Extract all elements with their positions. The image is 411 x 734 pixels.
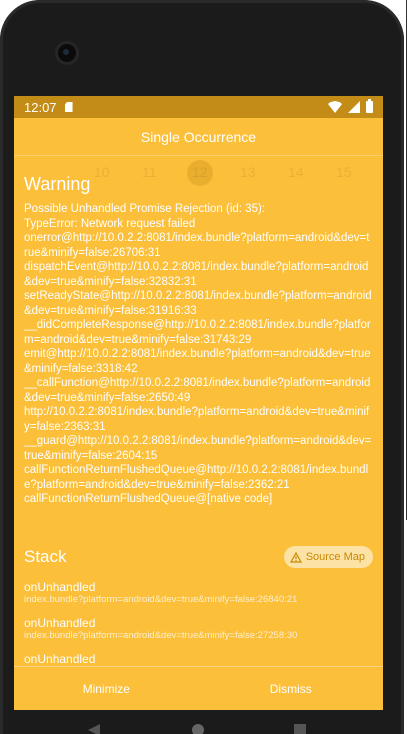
dismiss-button[interactable]: Dismiss (199, 667, 384, 710)
status-icons (328, 99, 373, 113)
dismiss-label: Dismiss (269, 681, 312, 696)
stack-frame[interactable]: onUnhandled index.bundle?platform=androi… (24, 580, 373, 606)
battery-icon (366, 99, 373, 113)
app-header-title: Single Occurrence (140, 128, 257, 145)
status-bar: 12:07 (14, 96, 383, 118)
wifi-icon (328, 101, 342, 113)
stack-frame-file: index.bundle?platform=android&dev=true&m… (24, 630, 298, 641)
stack-frame-file: index.bundle?platform=android&dev=true&m… (24, 594, 298, 605)
nav-home-icon[interactable] (192, 724, 204, 734)
warning-title: Warning (24, 174, 91, 194)
edge-line (406, 0, 407, 520)
front-camera (58, 44, 76, 62)
page-edge (403, 0, 411, 734)
minimize-button[interactable]: Minimize (14, 667, 199, 710)
stack-frame-name: onUnhandled (24, 616, 96, 630)
stack-title: Stack (24, 547, 67, 566)
device-screen: 12:07 Single Occurrence 10 11 12 13 14 1… (14, 96, 383, 710)
warning-overlay[interactable]: Warning Possible Unhandled Promise Rejec… (14, 172, 383, 666)
source-map-label: Source Map (305, 551, 365, 563)
warning-triangle-icon (289, 551, 302, 563)
source-map-button[interactable]: Source Map (283, 546, 373, 568)
nav-recent-icon[interactable] (294, 724, 306, 734)
phone-frame: 12:07 Single Occurrence 10 11 12 13 14 1… (0, 0, 404, 734)
redbox-action-bar: Minimize Dismiss (14, 666, 383, 710)
minimize-label: Minimize (82, 681, 130, 696)
signal-icon (348, 101, 360, 113)
warning-message: Possible Unhandled Promise Rejection (id… (24, 203, 372, 505)
stack-frame-name: onUnhandled (24, 652, 96, 666)
app-header: Single Occurrence (14, 118, 383, 156)
stack-header: Stack Source Map (24, 544, 373, 570)
status-time: 12:07 (24, 99, 57, 115)
stack-frame[interactable]: onUnhandled index.bundle?platform=androi… (24, 616, 373, 642)
stack-frame-name: onUnhandled (24, 580, 96, 594)
sd-card-icon (64, 102, 73, 112)
stack-frame[interactable]: onUnhandled (24, 652, 373, 666)
